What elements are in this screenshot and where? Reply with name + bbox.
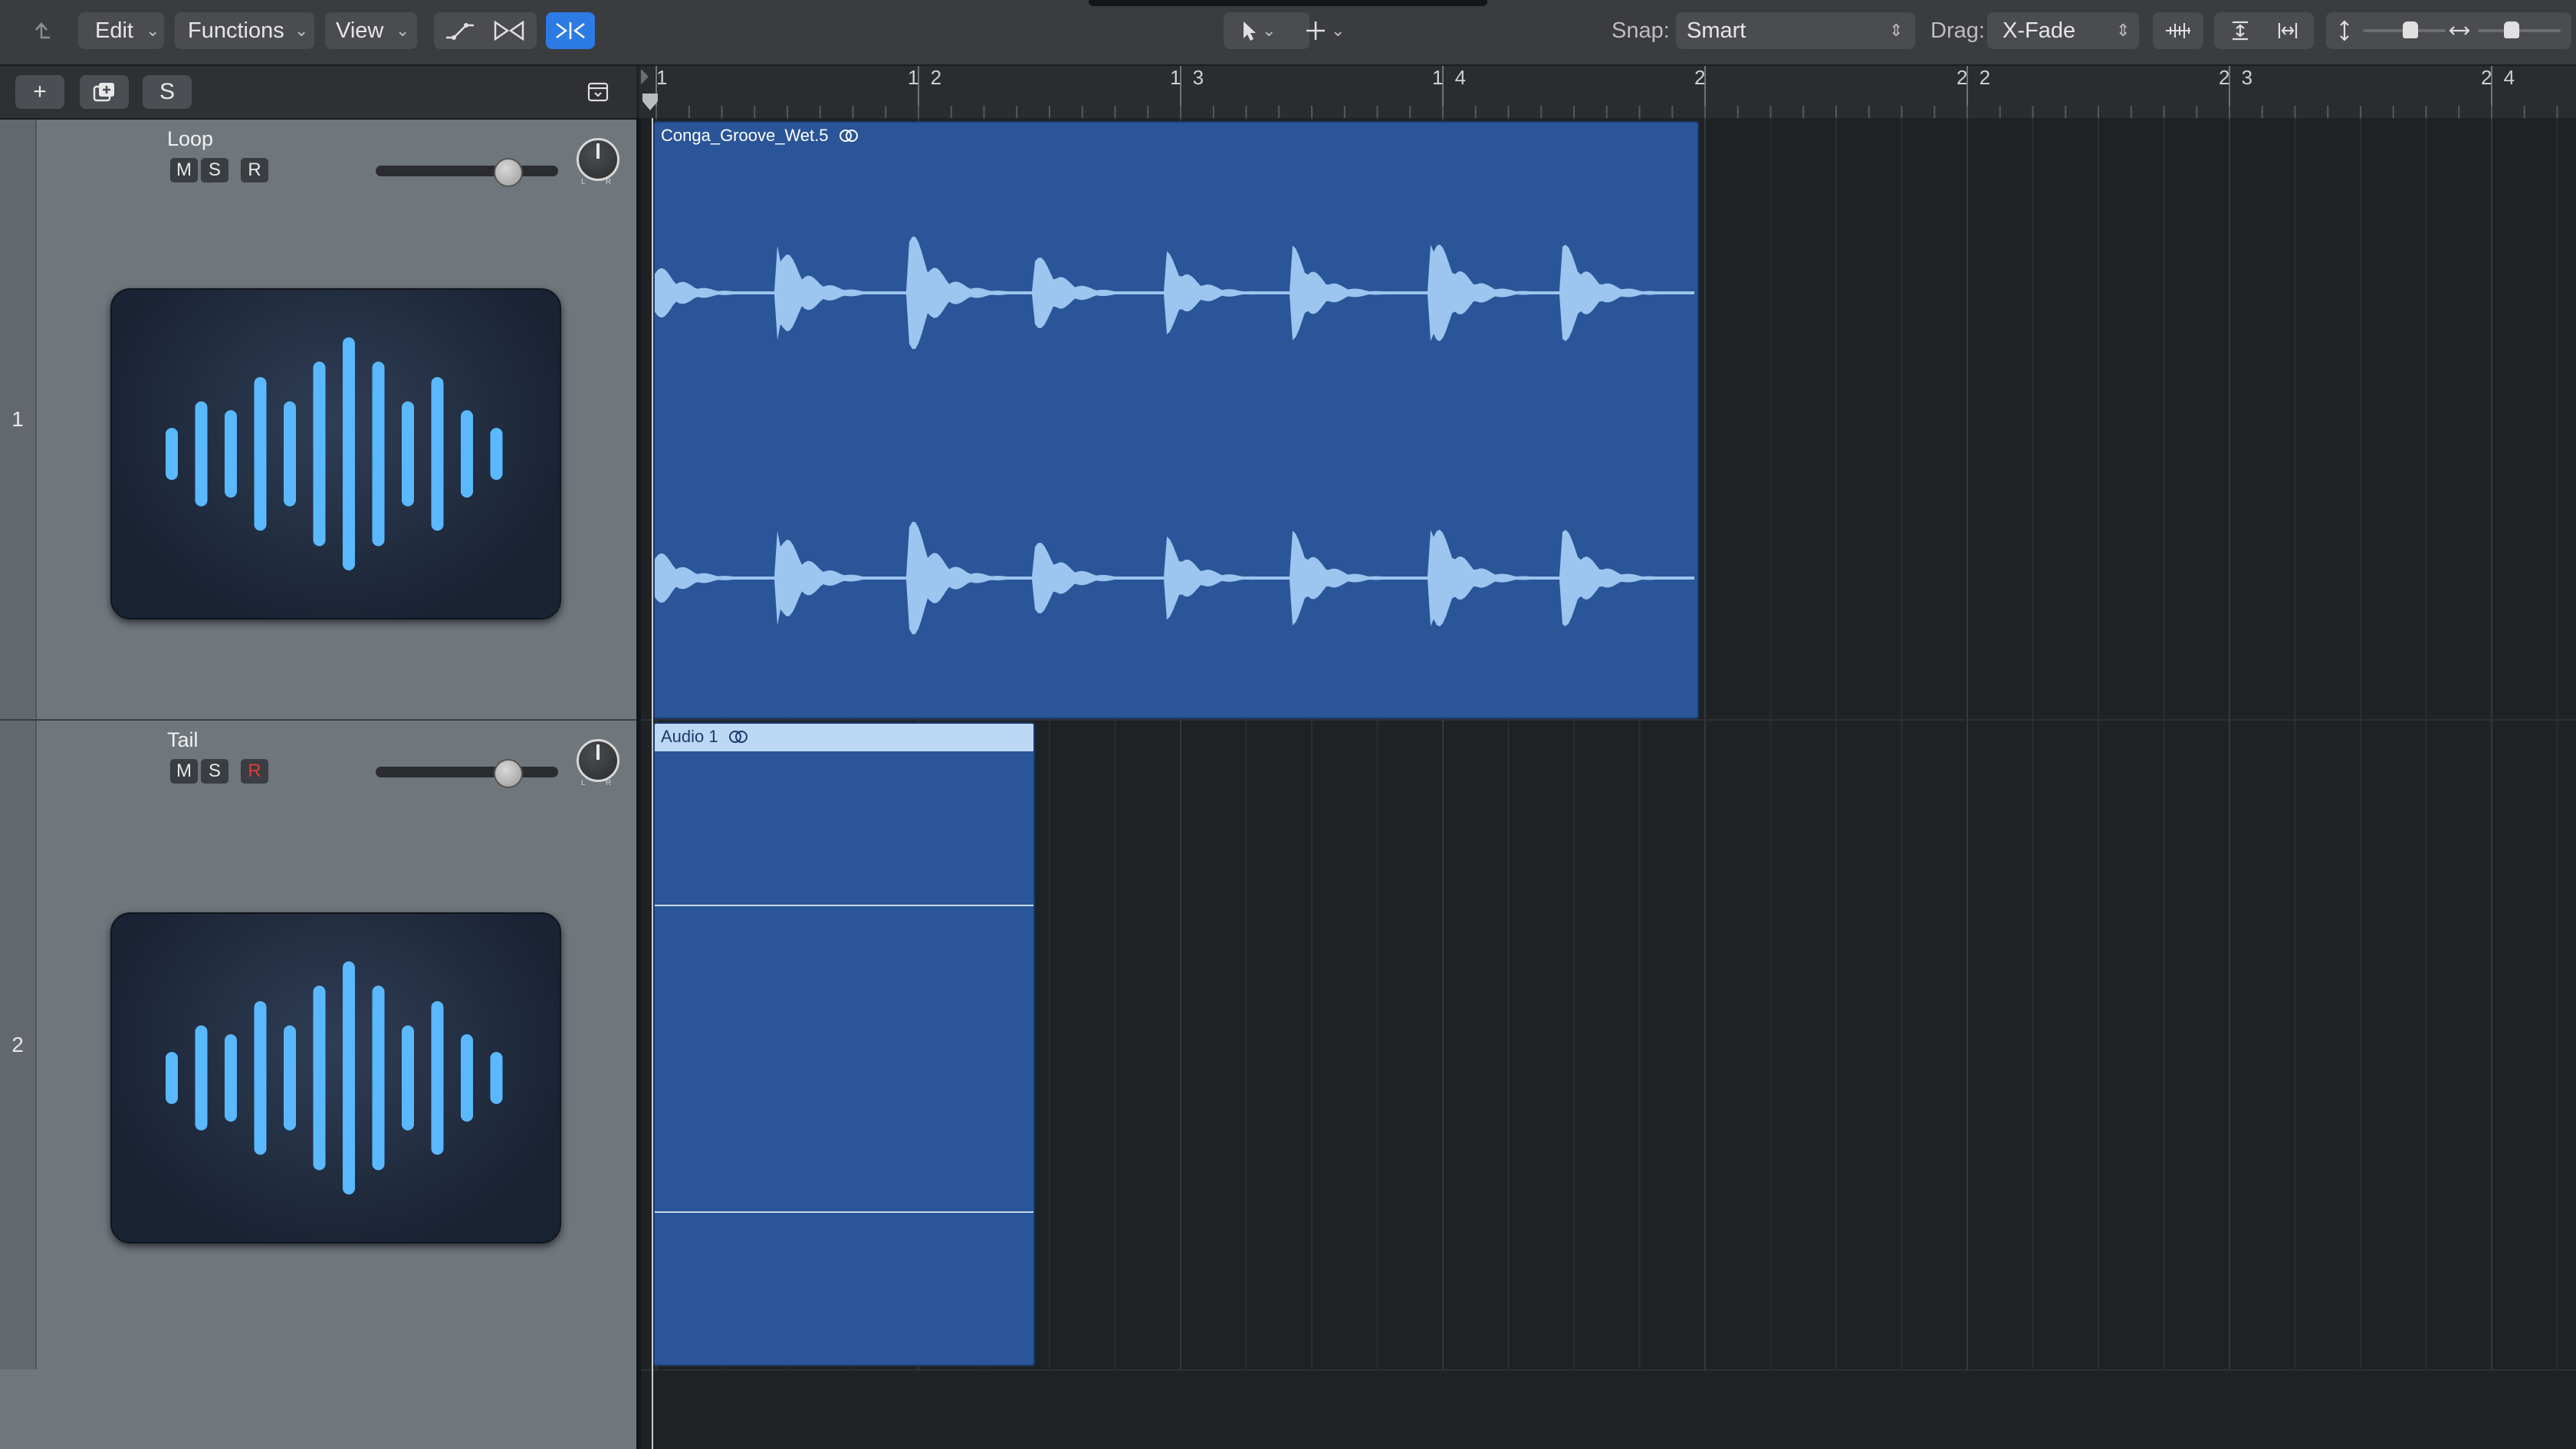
pan-right-label: R [606,178,612,186]
horizontal-fit-icon[interactable] [2266,12,2309,49]
waveform-zoom-icon [2157,12,2199,49]
bar-number: 2 4 [2481,66,2518,89]
volume-slider-knob[interactable] [494,158,523,187]
track-number: 2 [0,721,37,1369]
chevron-down-icon: ⌄ [1331,21,1346,40]
chevron-down-icon: ⌄ [146,21,160,40]
empty-track-area[interactable] [0,1369,636,1449]
pan-left-label: L [581,178,586,186]
snap-value: Smart [1687,18,1746,43]
duplicate-track-button[interactable] [80,75,129,109]
timeline-ruler[interactable]: 1 1 2 1 3 1 4 2 2 2 2 3 2 4 [639,66,2576,120]
track-icon-card [110,288,561,619]
pan-right-label: R [606,779,612,787]
volume-slider[interactable] [376,166,558,176]
mute-button[interactable]: M [170,158,198,182]
tool-gap [1294,12,1297,49]
snap-label: Snap: [1612,18,1670,43]
bar-number: 1 2 [908,66,945,89]
chevron-down-icon: ⌄ [1262,21,1276,40]
track-number: 1 [0,120,37,719]
region-label: Audio 1 [661,727,749,747]
waveform-channel [655,521,1694,635]
bar-number: 2 [1694,66,1709,89]
track-header-loop[interactable]: 1 Loop M S R L R [0,120,636,721]
volume-slider-knob[interactable] [494,759,523,788]
control-bar: Edit ⌄ Functions ⌄ View ⌄ ⌄ ⌄ Snap: Smar… [0,0,2576,66]
up-arrow-icon[interactable] [23,12,60,49]
bar-number: 1 3 [1170,66,1208,89]
vertical-zoom-knob[interactable] [2403,21,2418,38]
audio-waveform-icon [166,961,503,1194]
track-icon-card [110,912,561,1244]
pan-left-label: L [581,779,586,787]
plus-icon: + [33,79,47,104]
collapse-icon [587,82,609,102]
edit-menu-label: Edit [95,18,133,43]
silent-waveform-line [655,1211,1033,1213]
drag-label: Drag: [1930,18,1985,43]
drag-value: X-Fade [2003,18,2076,43]
duplicate-icon [93,83,114,102]
track-name[interactable]: Loop [167,127,213,151]
crosshair-icon[interactable] [1299,12,1332,49]
stereo-link-icon [728,731,748,743]
flex-icon[interactable] [488,12,531,49]
record-enable-button[interactable]: R [241,158,268,182]
collapse-button[interactable] [573,75,623,109]
updown-chevron-icon: ⇕ [2116,21,2131,40]
volume-slider[interactable] [376,767,558,777]
waveform-channel [655,236,1694,350]
lane-divider [641,1369,2576,1371]
record-enable-button[interactable]: R [241,759,268,784]
vertical-zoom-icon [2331,12,2358,49]
bar-number: 2 3 [2219,66,2256,89]
bar-number: 2 2 [1957,66,1994,89]
region-header: Audio 1 [655,724,1033,751]
global-solo-button[interactable]: S [143,75,192,109]
catch-playhead-button[interactable] [546,12,595,49]
silent-waveform-line [655,905,1033,906]
window-tab-sliver [1089,0,1487,6]
horizontal-zoom-knob[interactable] [2504,21,2519,38]
vertical-fit-icon[interactable] [2219,12,2262,49]
region-waveform [655,236,1694,635]
solo-label: S [159,79,175,104]
region-name: Audio 1 [661,727,718,746]
audio-waveform-icon [166,337,503,570]
track-header-toolbar: + S [0,66,636,120]
pan-knob[interactable] [577,138,619,181]
updown-chevron-icon: ⇕ [1889,21,1904,40]
horizontal-zoom-icon [2446,12,2473,49]
audio-region-audio-1[interactable]: Audio 1 [653,722,1035,1366]
bar-number: 1 4 [1432,66,1470,89]
playhead-icon[interactable] [641,92,659,119]
solo-button[interactable]: S [201,759,228,784]
mute-button[interactable]: M [170,759,198,784]
track-name[interactable]: Tail [167,728,199,752]
chevron-down-icon: ⌄ [294,21,309,40]
solo-button[interactable]: S [201,158,228,182]
lane-divider [641,719,2576,721]
audio-region-conga-groove[interactable]: Conga_Groove_Wet.5 [653,121,1699,719]
view-menu-label: View [336,18,384,43]
chevron-down-icon: ⌄ [396,21,410,40]
horizontal-zoom-slider[interactable] [2478,29,2561,32]
automation-icon[interactable] [439,12,481,49]
bar-number: 1 [656,66,671,89]
pan-knob[interactable] [577,739,619,782]
add-track-button[interactable]: + [15,75,64,109]
functions-menu-label: Functions [188,18,284,43]
track-header-tail[interactable]: 2 Tail M S R L R [0,721,636,1371]
